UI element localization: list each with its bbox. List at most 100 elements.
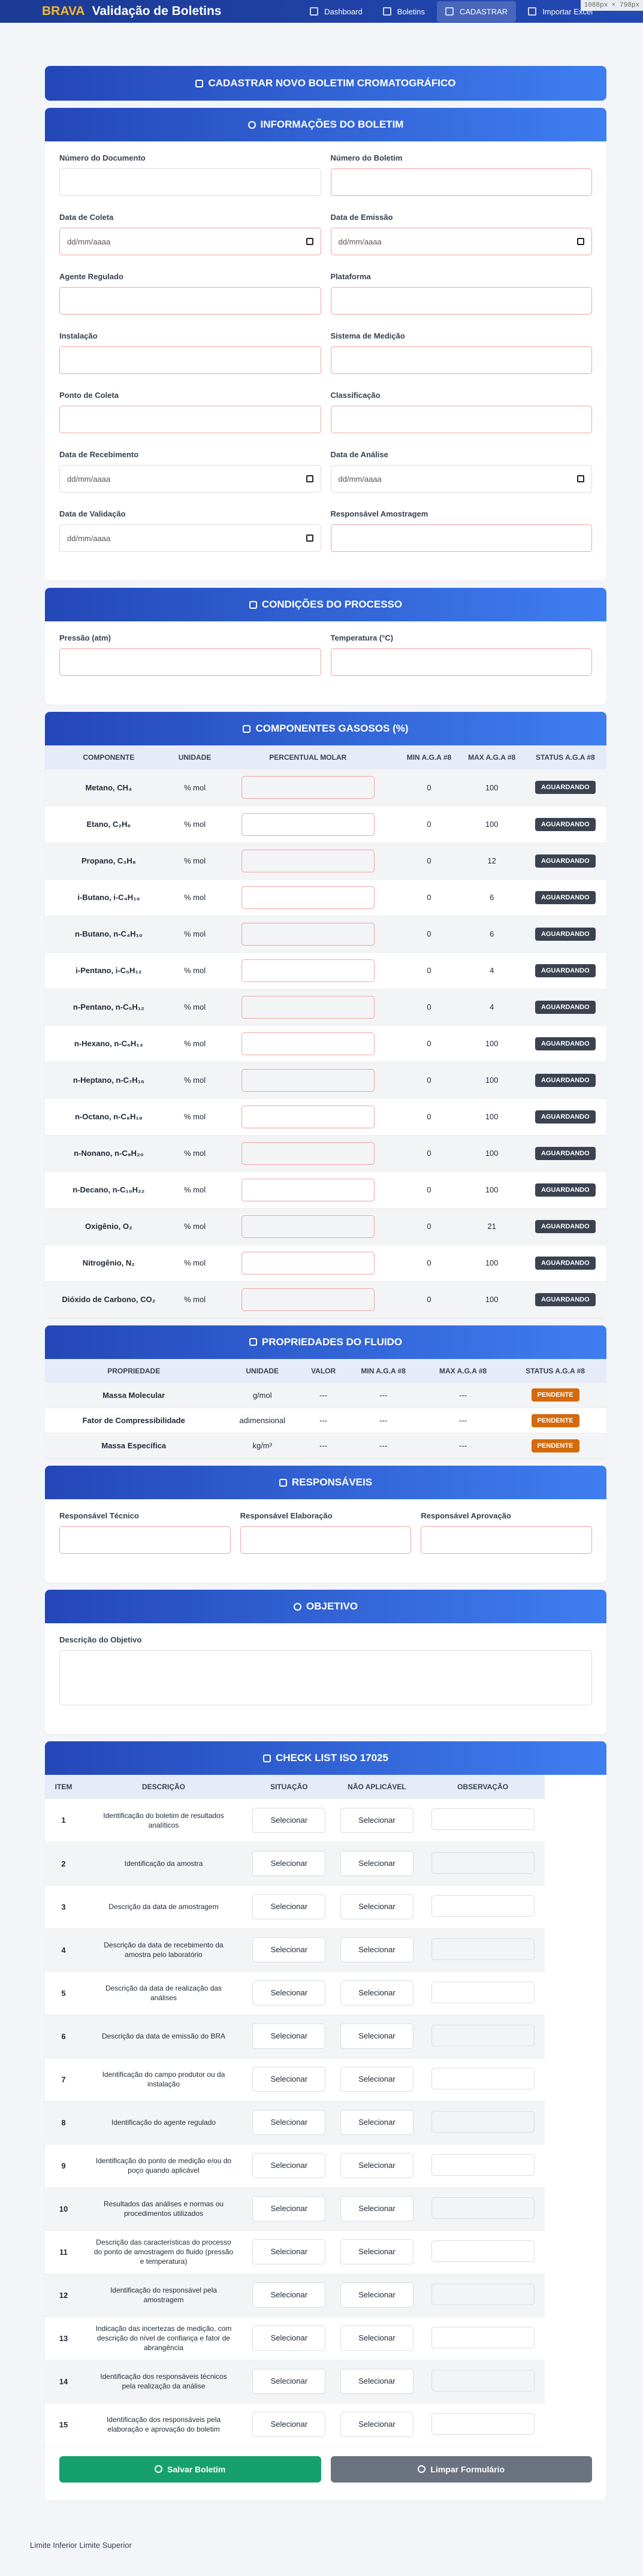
percent-cell — [217, 1171, 399, 1209]
status-badge: AGUARDANDO — [535, 817, 596, 831]
resp-elaboracao-input[interactable] — [240, 1526, 412, 1554]
situacao-select[interactable]: Selecionar — [252, 2412, 326, 2437]
percent-molar-input[interactable] — [241, 1215, 375, 1238]
situacao-select[interactable]: Selecionar — [252, 2196, 326, 2221]
situacao-select[interactable]: Selecionar — [252, 1894, 326, 1919]
text-input[interactable] — [59, 406, 321, 433]
component-name: n-Nonano, n-C₉H₂₀ — [45, 1135, 173, 1172]
percent-molar-input[interactable] — [241, 849, 375, 872]
observacao-input[interactable] — [431, 1981, 535, 2003]
situacao-select[interactable]: Selecionar — [252, 2282, 326, 2308]
observacao-input[interactable] — [431, 2154, 535, 2176]
text-input[interactable] — [330, 406, 592, 433]
nav-dashboard[interactable]: Dashboard — [301, 1, 371, 22]
observacao-input[interactable] — [431, 2369, 535, 2391]
percent-molar-input[interactable] — [241, 1288, 375, 1311]
nav-boletins[interactable]: Boletins — [375, 1, 433, 22]
calendar-icon[interactable] — [306, 534, 313, 542]
nao-aplicavel-select[interactable]: Selecionar — [340, 2196, 413, 2221]
nao-aplicavel-select[interactable]: Selecionar — [340, 2067, 413, 2092]
text-input[interactable] — [330, 287, 592, 315]
situacao-select[interactable]: Selecionar — [252, 2024, 326, 2049]
situacao-select[interactable]: Selecionar — [252, 2239, 326, 2264]
nao-aplicavel-select[interactable]: Selecionar — [340, 2412, 413, 2437]
date-input[interactable]: dd/mm/aaaa — [59, 524, 321, 552]
observacao-input[interactable] — [431, 2067, 535, 2089]
nao-aplicavel-select[interactable]: Selecionar — [340, 2239, 413, 2264]
calendar-icon[interactable] — [306, 475, 313, 482]
observacao-input[interactable] — [431, 2326, 535, 2348]
date-input[interactable]: dd/mm/aaaa — [59, 465, 321, 493]
nao-aplicavel-select[interactable]: Selecionar — [340, 2282, 413, 2308]
nao-aplicavel-select[interactable]: Selecionar — [340, 1937, 413, 1962]
text-input[interactable] — [330, 168, 592, 196]
date-input[interactable]: dd/mm/aaaa — [59, 228, 321, 255]
percent-molar-input[interactable] — [241, 922, 375, 946]
calendar-icon[interactable] — [306, 238, 313, 245]
situacao-select[interactable]: Selecionar — [252, 2153, 326, 2178]
percent-molar-input[interactable] — [241, 1105, 375, 1128]
situacao-select[interactable]: Selecionar — [252, 1807, 326, 1833]
date-input[interactable]: dd/mm/aaaa — [330, 228, 592, 255]
nao-aplicavel-cell: Selecionar — [333, 2187, 421, 2231]
text-input[interactable] — [59, 287, 321, 315]
percent-molar-input[interactable] — [241, 1251, 375, 1275]
table-row: Etano, C₂H₆% mol 0 100 AGUARDANDO — [45, 806, 606, 843]
nao-aplicavel-select[interactable]: Selecionar — [340, 2153, 413, 2178]
observacao-input[interactable] — [431, 1852, 535, 1874]
nao-aplicavel-select[interactable]: Selecionar — [340, 2369, 413, 2394]
brand-logo[interactable]: BRAVA — [42, 4, 85, 19]
observacao-input[interactable] — [431, 2412, 535, 2435]
percent-molar-input[interactable] — [241, 813, 375, 836]
percent-molar-input[interactable] — [241, 1032, 375, 1055]
situacao-select[interactable]: Selecionar — [252, 1937, 326, 1962]
percent-molar-input[interactable] — [241, 886, 375, 909]
situacao-select[interactable]: Selecionar — [252, 1980, 326, 2006]
text-input[interactable] — [330, 346, 592, 374]
observacao-cell — [421, 2015, 545, 2058]
nao-aplicavel-cell: Selecionar — [333, 1799, 421, 1843]
observacao-input[interactable] — [431, 2024, 535, 2046]
calendar-icon[interactable] — [577, 238, 584, 245]
text-input[interactable] — [59, 168, 321, 196]
observacao-input[interactable] — [431, 1808, 535, 1831]
nao-aplicavel-select[interactable]: Selecionar — [340, 2110, 413, 2135]
date-input[interactable]: dd/mm/aaaa — [330, 465, 592, 493]
nao-aplicavel-select[interactable]: Selecionar — [340, 1807, 413, 1833]
text-input[interactable] — [59, 346, 321, 374]
percent-molar-input[interactable] — [241, 776, 375, 799]
percent-molar-input[interactable] — [241, 995, 375, 1019]
situacao-select[interactable]: Selecionar — [252, 2110, 326, 2135]
save-button[interactable]: Salvar Boletim — [59, 2456, 321, 2483]
nao-aplicavel-select[interactable]: Selecionar — [340, 2326, 413, 2351]
nao-aplicavel-select[interactable]: Selecionar — [340, 2024, 413, 2049]
clear-button[interactable]: Limpar Formulário — [330, 2456, 592, 2483]
observacao-input[interactable] — [431, 1895, 535, 1917]
observacao-input[interactable] — [431, 2283, 535, 2305]
resp-aprovacao-input[interactable] — [421, 1526, 592, 1554]
situacao-select[interactable]: Selecionar — [252, 2067, 326, 2092]
nao-aplicavel-select[interactable]: Selecionar — [340, 1894, 413, 1919]
observacao-input[interactable] — [431, 2240, 535, 2262]
percent-molar-input[interactable] — [241, 1178, 375, 1201]
pressure-input[interactable] — [59, 648, 321, 676]
min-cell: 0 — [399, 1171, 460, 1209]
percent-molar-input[interactable] — [241, 1068, 375, 1092]
situacao-select[interactable]: Selecionar — [252, 1851, 326, 1876]
text-input[interactable] — [330, 524, 592, 552]
observacao-input[interactable] — [431, 2110, 535, 2133]
nav-cadastrar[interactable]: CADASTRAR — [437, 1, 517, 22]
situacao-select[interactable]: Selecionar — [252, 2369, 326, 2394]
observacao-input[interactable] — [431, 2197, 535, 2219]
resp-tecnico-input[interactable] — [59, 1526, 231, 1554]
objetivo-textarea[interactable] — [59, 1650, 592, 1705]
situacao-select[interactable]: Selecionar — [252, 2326, 326, 2351]
status-cell: AGUARDANDO — [524, 989, 606, 1026]
nao-aplicavel-select[interactable]: Selecionar — [340, 1980, 413, 2006]
temperature-input[interactable] — [330, 648, 592, 676]
nao-aplicavel-select[interactable]: Selecionar — [340, 1851, 413, 1876]
calendar-icon[interactable] — [577, 475, 584, 482]
percent-molar-input[interactable] — [241, 1141, 375, 1165]
percent-molar-input[interactable] — [241, 959, 375, 982]
observacao-input[interactable] — [431, 1938, 535, 1960]
